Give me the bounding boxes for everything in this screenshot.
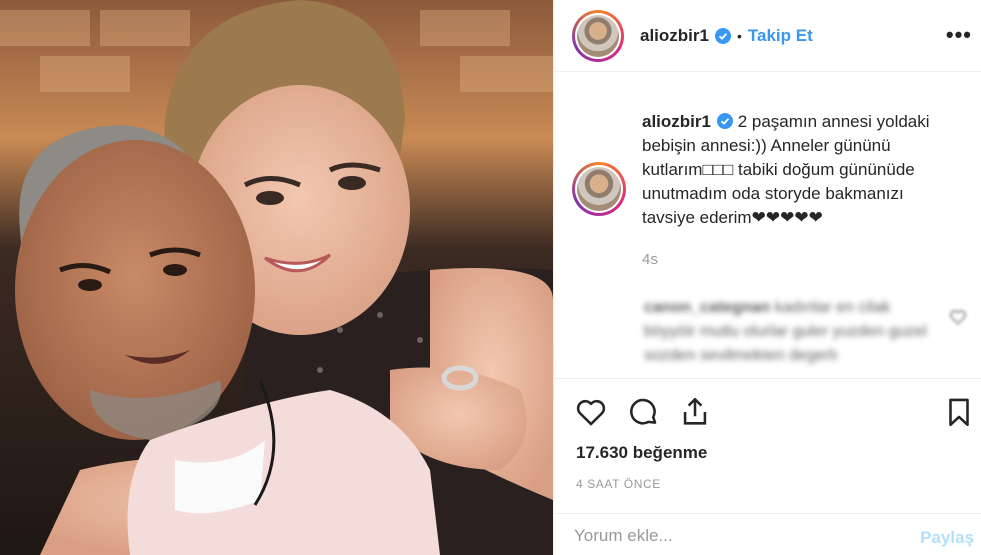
bookmark-icon[interactable] xyxy=(942,395,976,429)
add-comment-bar: Paylaş xyxy=(554,513,981,555)
comment-like-icon[interactable] xyxy=(949,308,967,326)
caption-text: aliozbir1 2 paşamın annesi yoldaki bebiş… xyxy=(642,110,972,272)
verified-badge-icon xyxy=(716,113,733,129)
post-comment-button[interactable]: Paylaş xyxy=(920,528,974,548)
post-header: aliozbir1 • Takip Et ••• xyxy=(554,0,981,72)
like-count[interactable]: 17.630 beğenme xyxy=(576,443,707,463)
caption: aliozbir1 2 paşamın annesi yoldaki bebiş… xyxy=(572,110,972,272)
caption-avatar[interactable] xyxy=(572,162,626,216)
blurred-comment: canon_categnan kadınlar en cilak böyyöir… xyxy=(644,296,944,368)
more-options-icon[interactable]: ••• xyxy=(946,22,972,48)
caption-line: unutmadım oda storyde bakmanızı xyxy=(642,184,904,203)
post-sidebar: aliozbir1 • Takip Et ••• aliozbir1 2 paş… xyxy=(553,0,981,555)
couple-photo-illustration xyxy=(0,0,553,555)
avatar[interactable] xyxy=(572,9,624,62)
follow-button[interactable]: Takip Et xyxy=(748,26,813,46)
heart-icon[interactable] xyxy=(574,395,608,429)
username-link[interactable]: aliozbir1 xyxy=(640,26,709,46)
action-section: 17.630 beğenme 4 SAAT ÖNCE Paylaş xyxy=(554,378,981,555)
separator-dot: • xyxy=(736,27,742,44)
post-timestamp[interactable]: 4 SAAT ÖNCE xyxy=(576,477,661,491)
comment-username[interactable]: canon_categnan xyxy=(644,299,770,316)
comment-icon[interactable] xyxy=(626,395,660,429)
caption-line: tavsiye ederim❤❤❤❤❤ xyxy=(642,208,823,227)
action-icons xyxy=(574,395,712,429)
comment-input[interactable] xyxy=(574,526,874,546)
post-photo[interactable] xyxy=(0,0,553,555)
caption-line: 2 paşamın annesi yoldaki xyxy=(737,112,930,131)
caption-line: kutlarım□□□ tabiki doğum gününüde xyxy=(642,160,915,179)
verified-badge-icon xyxy=(714,27,731,44)
caption-username[interactable]: aliozbir1 xyxy=(642,112,711,131)
caption-time: 4s xyxy=(642,251,658,268)
caption-line: bebişin annesi:)) Anneler gününü xyxy=(642,136,891,155)
share-icon[interactable] xyxy=(678,395,712,429)
